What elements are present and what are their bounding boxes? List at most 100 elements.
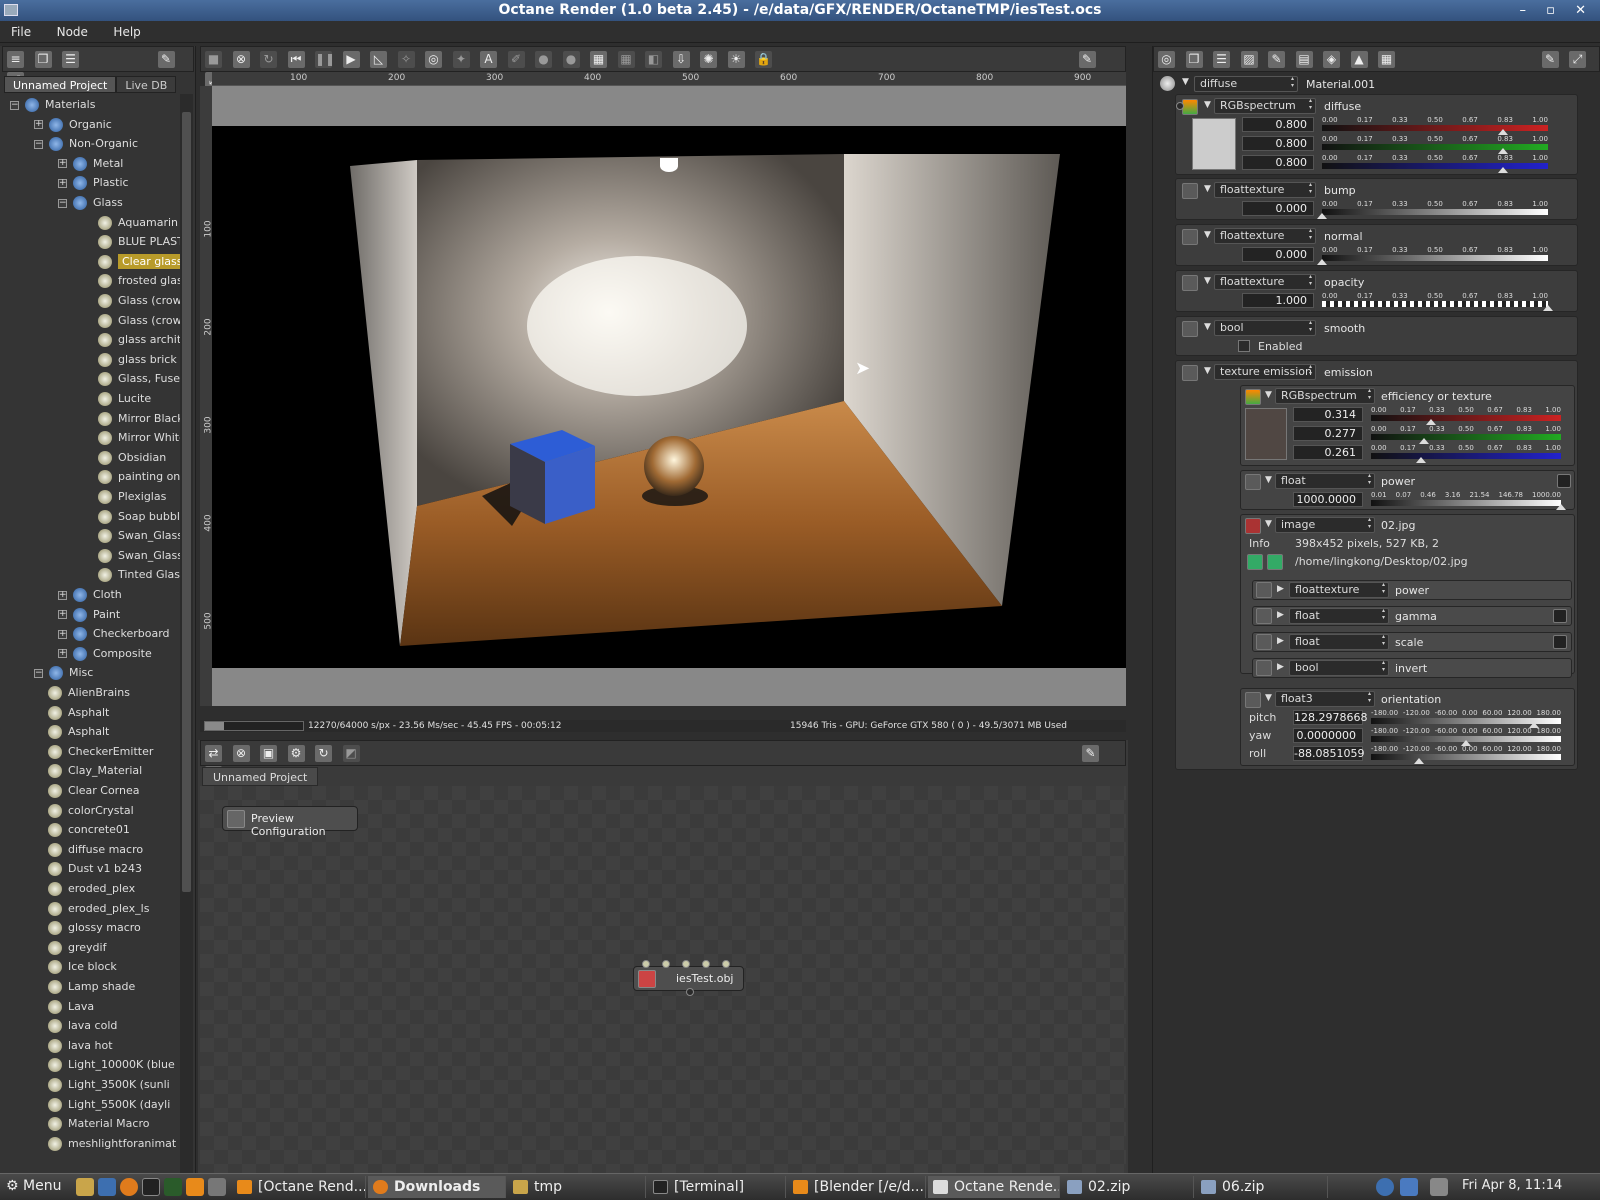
task-terminal[interactable]: [Terminal]	[648, 1176, 786, 1198]
collapse-icon[interactable]: ▼	[1265, 519, 1272, 529]
tab-unnamed-project[interactable]: Unnamed Project	[4, 76, 117, 93]
efficiency-type-select[interactable]: RGBspectrum	[1275, 387, 1375, 404]
node-delete-icon[interactable]: ⊗	[232, 745, 250, 762]
tree-item[interactable]: concrete01	[48, 820, 130, 839]
monitor-icon[interactable]	[98, 1178, 116, 1196]
tree-item[interactable]: lava hot	[48, 1036, 113, 1055]
tree-item[interactable]: Swan_Glass	[98, 546, 180, 565]
sun-icon[interactable]: ☀	[727, 51, 745, 68]
tree-item[interactable]: − Glass	[58, 193, 123, 212]
node-link-icon[interactable]: ⚙	[287, 745, 305, 762]
tree-item[interactable]: diffuse macro	[48, 840, 143, 859]
tree-item[interactable]: Clear Cornea	[48, 781, 139, 800]
reload-image-icon[interactable]	[1267, 554, 1283, 570]
slider-track[interactable]	[1371, 500, 1561, 506]
slider-track[interactable]	[1322, 301, 1548, 307]
slider-handle[interactable]	[1556, 504, 1566, 510]
efficiency-g-value[interactable]: 0.277	[1293, 426, 1363, 441]
tree-item[interactable]: AlienBrains	[48, 683, 130, 702]
yaw-value[interactable]: 0.0000000	[1293, 728, 1363, 743]
slider-track[interactable]	[1322, 163, 1548, 169]
tree-item[interactable]: Mirror White	[98, 428, 180, 447]
tree-item[interactable]: Asphalt	[48, 703, 109, 722]
picture-icon[interactable]: ▲	[1350, 51, 1368, 68]
tree-item[interactable]: Plexiglas	[98, 487, 166, 506]
smooth-type-select[interactable]: bool	[1214, 319, 1316, 336]
tree-item[interactable]: meshlightforanimat	[48, 1134, 176, 1153]
diffuse-g-slider[interactable]: 0.00 0.17 0.33 0.50 0.67 0.83 1.00	[1322, 135, 1548, 154]
sphere2-icon[interactable]: ●	[562, 51, 580, 68]
diffuse-color-swatch[interactable]	[1192, 118, 1236, 170]
slider-track[interactable]	[1322, 209, 1548, 215]
tree-item[interactable]: CheckerEmitter	[48, 742, 153, 761]
expand-icon[interactable]: +	[58, 629, 67, 639]
diffuse-g-value[interactable]: 0.800	[1242, 136, 1314, 151]
diffuse-r-value[interactable]: 0.800	[1242, 117, 1314, 132]
slider-handle[interactable]	[1415, 457, 1426, 463]
gamma-type-select[interactable]: float	[1289, 607, 1389, 624]
tree-item[interactable]: eroded_plex_ls	[48, 899, 149, 918]
diffuse-pin[interactable]	[1176, 102, 1184, 110]
task-downloads[interactable]: Downloads	[368, 1176, 506, 1198]
node-save-icon[interactable]: ▣	[260, 745, 277, 762]
normal-slider[interactable]: 0.00 0.17 0.33 0.50 0.67 0.83 1.00	[1317, 246, 1548, 265]
collapse-icon[interactable]: ▼	[1204, 184, 1211, 194]
tab-live-db[interactable]: Live DB	[116, 76, 177, 93]
image-icon[interactable]: ▨	[1240, 51, 1258, 68]
rewind-icon[interactable]: ⏮	[287, 51, 305, 68]
tree-item[interactable]: Lucite	[98, 389, 151, 408]
tree-item[interactable]: Ice block	[48, 957, 117, 976]
start-menu[interactable]: ⚙ Menu	[6, 1178, 61, 1194]
tree-item[interactable]: painting on gl	[98, 467, 180, 486]
render-image[interactable]	[212, 126, 1126, 668]
tree-item[interactable]: Clear glass	[98, 252, 180, 271]
slider-handle[interactable]	[1317, 259, 1327, 265]
collapse-icon[interactable]: ▼	[1265, 693, 1272, 703]
bump-value[interactable]: 0.000	[1242, 201, 1314, 216]
expand-icon[interactable]: ▶	[1277, 610, 1284, 620]
tree-item[interactable]: Clay_Material	[48, 761, 142, 780]
image-power-type-select[interactable]: floattexture	[1289, 581, 1389, 598]
tree-item[interactable]: Glass, Fused	[98, 369, 180, 388]
tree-item[interactable]: Lava	[48, 997, 94, 1016]
expand-icon[interactable]: ▶	[1277, 636, 1284, 646]
efficiency-r-value[interactable]: 0.314	[1293, 407, 1363, 422]
slider-track[interactable]	[1322, 255, 1548, 261]
pause-icon[interactable]: ❚❚	[315, 51, 335, 68]
curve-icon[interactable]	[1553, 635, 1567, 649]
menu-node[interactable]: Node	[46, 21, 99, 43]
scale-type-select[interactable]: float	[1289, 633, 1389, 650]
curve-icon[interactable]	[1557, 474, 1571, 488]
restart-icon[interactable]: ⊗	[232, 51, 250, 68]
firefox-icon[interactable]	[120, 1178, 138, 1196]
expand-icon[interactable]: +	[34, 120, 43, 130]
node-tool1-icon[interactable]: ⇄	[205, 745, 222, 762]
expand-icon[interactable]: +	[58, 610, 67, 620]
lock-icon[interactable]: 🔒	[755, 51, 772, 68]
diffuse-r-slider[interactable]: 0.00 0.17 0.33 0.50 0.67 0.83 1.00	[1322, 116, 1548, 135]
export-icon[interactable]: ⇩	[672, 51, 690, 68]
list-icon[interactable]: ≡	[7, 51, 24, 68]
tree-item[interactable]: + Plastic	[58, 173, 129, 192]
opacity-type-select[interactable]: floattexture	[1214, 273, 1316, 290]
efficiency-r-slider[interactable]: 0.00 0.17 0.33 0.50 0.67 0.83 1.00	[1371, 406, 1561, 425]
tree-item[interactable]: Material Macro	[48, 1114, 149, 1133]
collapse-icon[interactable]: −	[58, 198, 67, 208]
tree-item[interactable]: Swan_Glass	[98, 526, 180, 545]
opacity-slider[interactable]: 0.00 0.17 0.33 0.50 0.67 0.83 1.00	[1322, 292, 1553, 311]
power-slider[interactable]: 0.01 0.07 0.46 3.16 21.54 146.78 1000.00	[1371, 491, 1566, 510]
task-tmp[interactable]: tmp	[508, 1176, 646, 1198]
tree-item[interactable]: − Materials	[10, 95, 95, 114]
task-octane-1[interactable]: [Octane Rend...	[232, 1176, 366, 1198]
tree-item[interactable]: colorCrystal	[48, 801, 134, 820]
app-launcher-icon[interactable]	[208, 1178, 226, 1196]
node-refresh-icon[interactable]: ↻	[315, 745, 332, 762]
blender-icon[interactable]	[186, 1178, 204, 1196]
tree-item[interactable]: Asphalt	[48, 722, 109, 741]
yaw-slider[interactable]: -180.00 -120.00 -60.00 0.00 60.00 120.00 180.0…	[1371, 727, 1561, 746]
pick-focus-icon[interactable]: ✦	[452, 51, 470, 68]
brush-icon[interactable]: ✎	[1268, 51, 1285, 68]
task-blender[interactable]: [Blender [/e/d...	[788, 1176, 926, 1198]
collapse-icon[interactable]: ▼	[1204, 100, 1211, 110]
diffuse-b-value[interactable]: 0.800	[1242, 155, 1314, 170]
